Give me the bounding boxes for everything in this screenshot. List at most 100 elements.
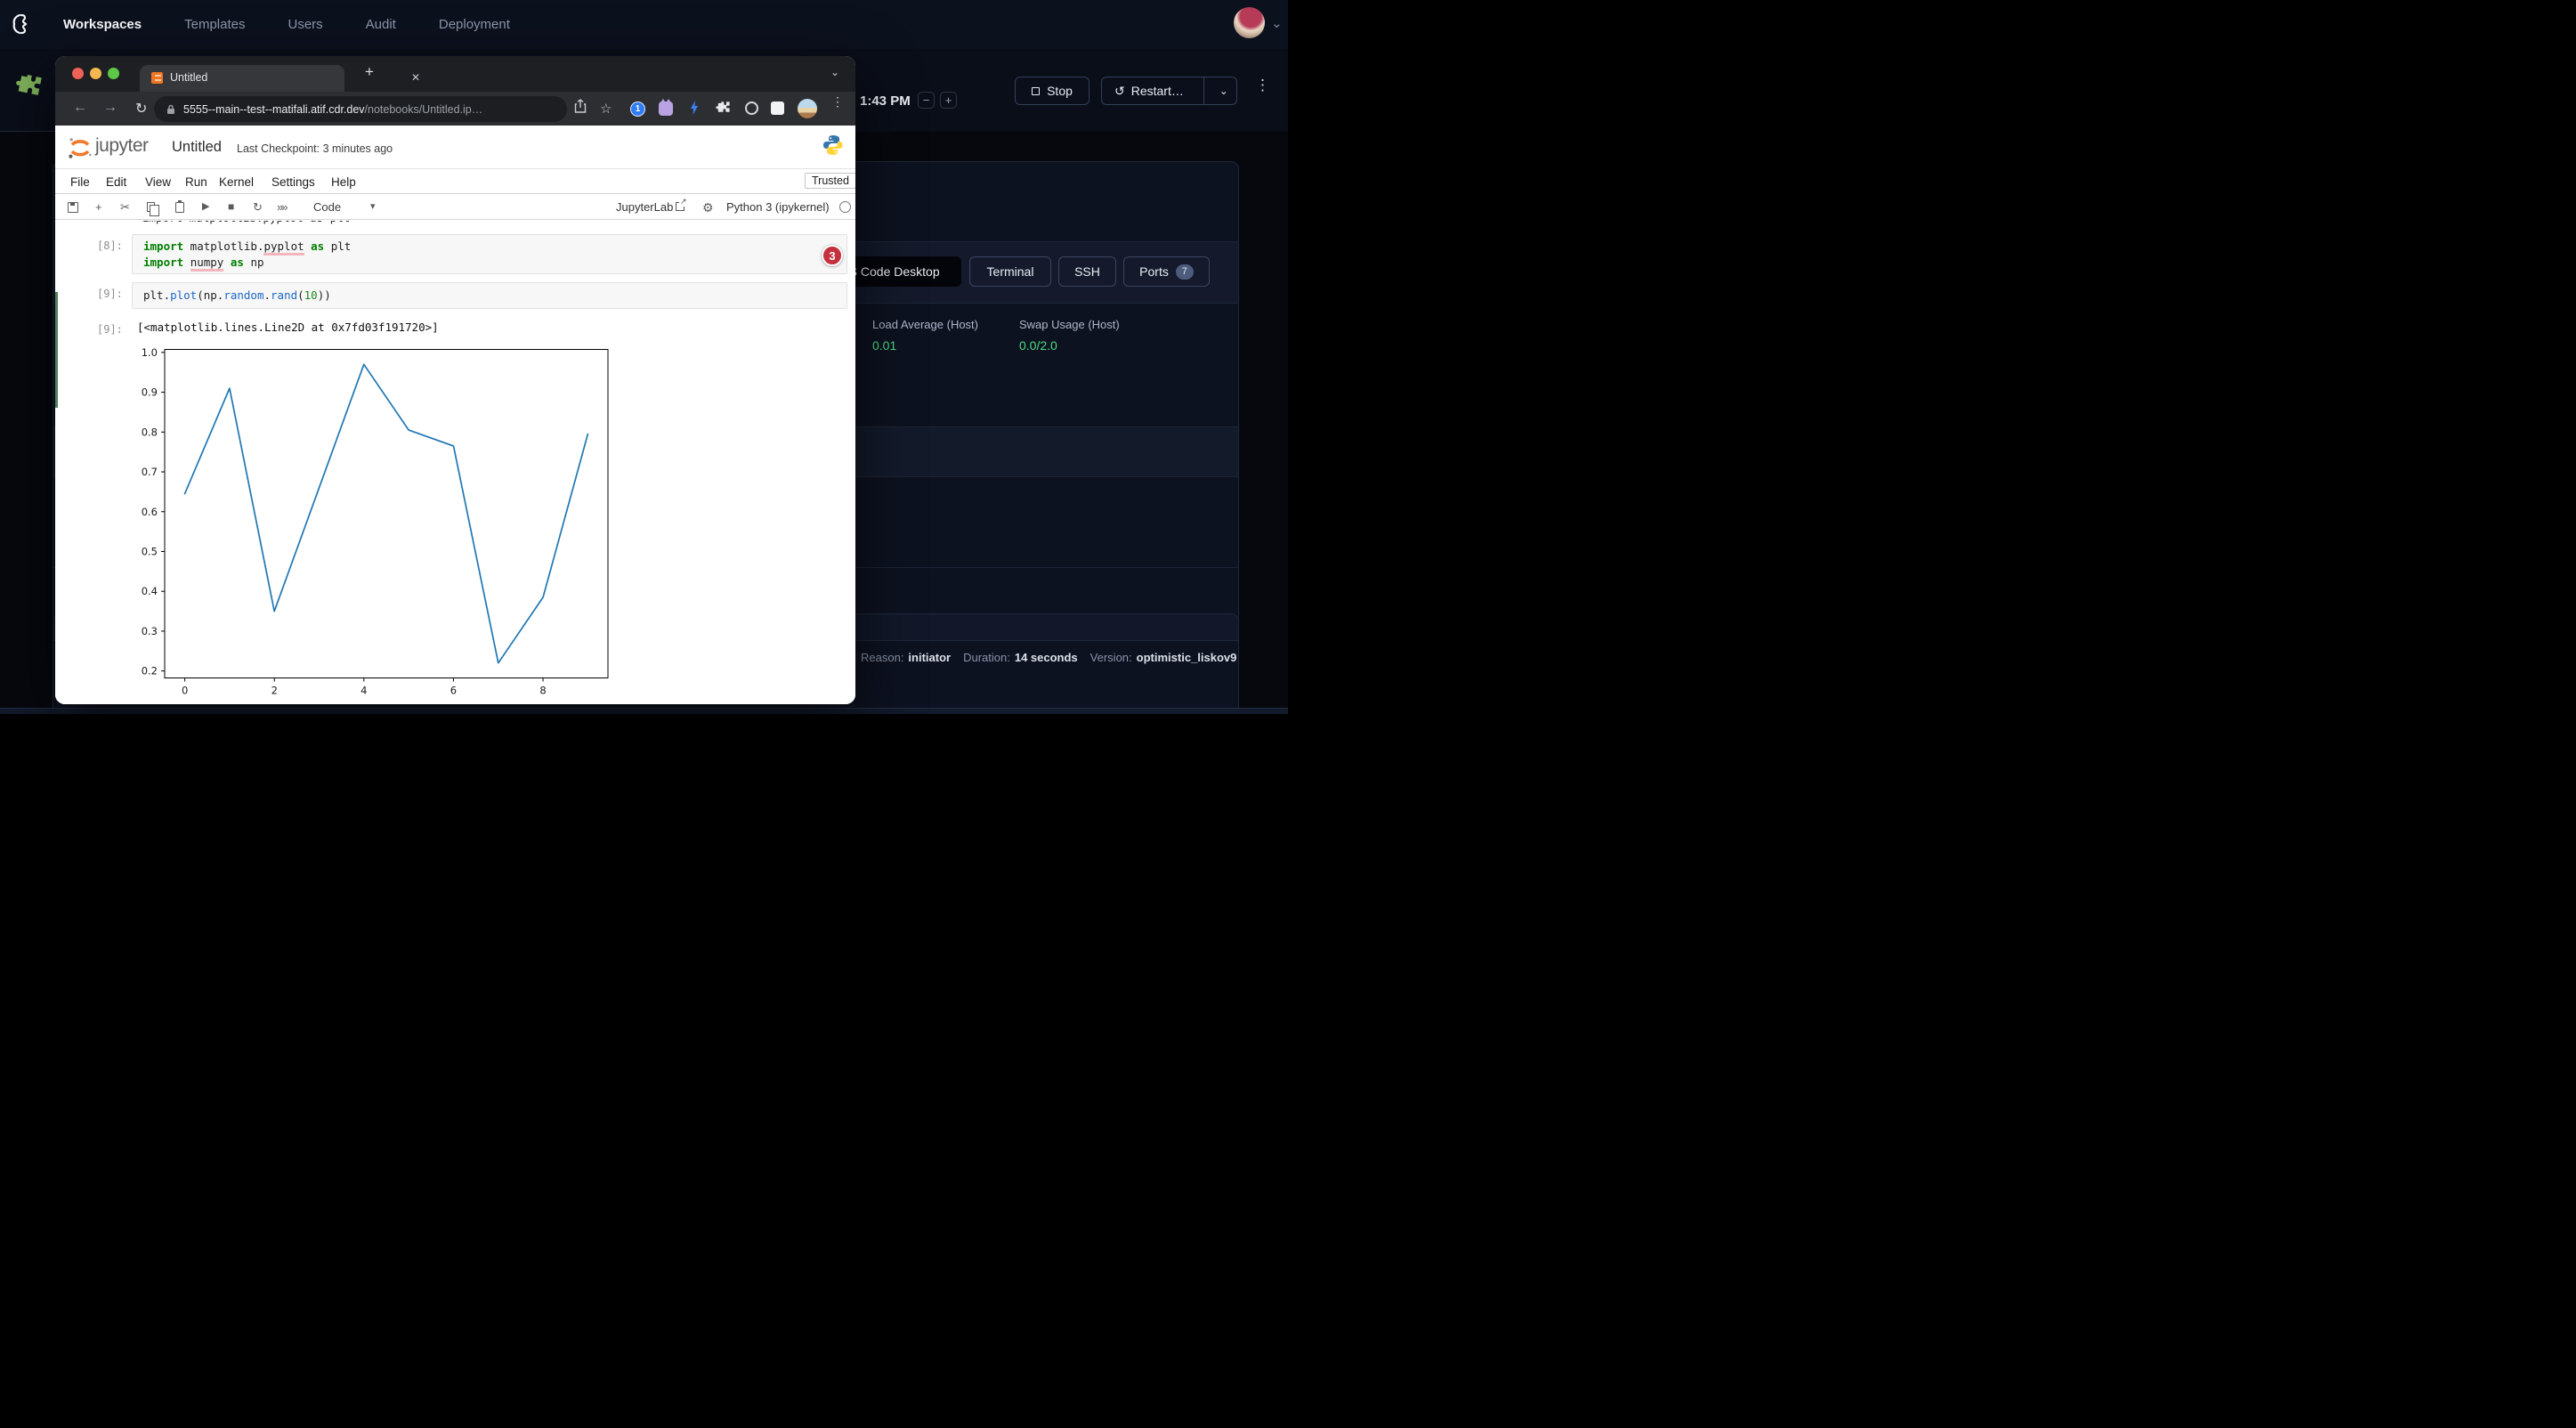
stop-label: Stop [1047,84,1073,98]
extensions-puzzle-icon[interactable] [716,101,731,116]
interrupt-kernel-icon[interactable]: ■ [228,200,234,213]
window-minimize-button[interactable] [90,68,101,79]
page-bottom-strip [0,708,1288,714]
svg-text:0.5: 0.5 [142,545,158,557]
kernel-status-icon [839,201,851,213]
python-logo-icon [822,134,845,157]
screen: Workspaces Templates Users Audit Deploym… [0,0,1288,714]
notebook-content: import matplotlib.pyplot as plt [8]: imp… [55,221,855,704]
load-average-label: Load Average (Host) [872,318,978,331]
browser-menu-kebab-icon[interactable]: ⋮ [831,99,840,105]
svg-text:0.4: 0.4 [142,585,158,597]
nav-item-audit[interactable]: Audit [366,17,396,32]
code-cell-input[interactable]: import matplotlib.pyplot as plt import n… [132,234,847,274]
restart-workspace-button[interactable]: ↺ Restart… ⌄ [1101,77,1237,105]
svg-text:6: 6 [450,685,457,697]
svg-text:0: 0 [182,685,188,697]
swap-usage-value: 0.0/2.0 [1019,338,1057,353]
external-link-icon[interactable] [676,202,685,211]
user-avatar[interactable] [1234,7,1265,38]
window-fullscreen-button[interactable] [108,68,119,79]
menu-settings[interactable]: Settings [271,175,315,189]
save-icon[interactable] [68,202,78,213]
bookmark-star-icon[interactable]: ☆ [600,101,612,117]
matplotlib-plot: 0.20.30.40.50.60.70.80.91.002468 [134,341,632,699]
tab-search-chevron-icon[interactable]: ⌄ [830,66,839,78]
svg-text:0.3: 0.3 [142,625,158,637]
menu-view[interactable]: View [145,175,171,189]
nav-item-users[interactable]: Users [288,17,322,32]
browser-tab[interactable]: Untitled ✕ [140,65,344,92]
address-bar[interactable]: 5555--main--test--matifali.atif.cdr.dev/… [154,96,567,122]
browser-profile-avatar[interactable] [798,99,817,118]
terminal-button[interactable]: Terminal [969,256,1051,287]
ports-button[interactable]: Ports 7 [1123,256,1210,287]
restart-label: Restart… [1131,84,1184,98]
run-all-icon[interactable]: »» [277,200,286,214]
nav-item-workspaces[interactable]: Workspaces [63,17,142,32]
nav-item-templates[interactable]: Templates [184,17,245,32]
workspace-time: 1:43 PM [860,93,911,109]
svg-text:8: 8 [539,685,546,697]
lightning-extension-icon[interactable] [689,100,700,116]
jupyter-brand-text: jupyter [95,135,149,157]
window-close-button[interactable] [72,68,84,79]
browser-toolbar: ← → ↻ 5555--main--test--matifali.atif.cd… [55,92,855,126]
chevron-down-icon[interactable]: ⌄ [1271,15,1283,31]
kernel-name[interactable]: Python 3 (ipykernel) [726,200,830,214]
load-average-value: 0.01 [872,338,896,353]
copy-cell-icon[interactable] [147,202,155,212]
jupyter-menubar: File Edit View Run Kernel Settings Help … [55,168,855,194]
menu-help[interactable]: Help [331,175,356,189]
build-duration: Duration:14 seconds [963,651,1078,664]
restart-options-caret[interactable]: ⌄ [1211,85,1236,97]
output-prompt: [9]: [97,323,123,336]
onepassword-extension-icon[interactable]: 1 [630,101,645,117]
add-cell-icon[interactable]: + [95,200,102,214]
jupyter-page: jupyter Untitled Last Checkpoint: 3 minu… [55,126,855,704]
clipped-cell-line: import matplotlib.pyplot as plt [142,221,766,226]
coder-logo-icon[interactable] [11,12,34,36]
restart-kernel-icon[interactable]: ↻ [253,200,263,215]
top-navbar: Workspaces Templates Users Audit Deploym… [0,0,1288,49]
code-line: import numpy as np [143,256,264,269]
back-icon[interactable]: ← [73,100,87,116]
zoom-in-button[interactable]: + [940,92,957,109]
code-cell-input[interactable]: plt.plot(np.random.rand(10)) [132,282,847,309]
menu-run[interactable]: Run [185,175,207,189]
jupyter-toolbar: + ✂ ▶ ■ ↻ »» Code ▾ JupyterLab ⚙ Python … [55,195,855,220]
new-tab-button[interactable]: + [365,63,374,81]
button-divider [1203,77,1204,104]
extension-square-icon[interactable] [771,101,784,115]
cell-type-caret-icon[interactable]: ▾ [370,200,376,212]
menu-kernel[interactable]: Kernel [219,175,254,189]
menu-file[interactable]: File [70,175,90,189]
share-icon[interactable] [574,99,587,114]
jupyterlab-link[interactable]: JupyterLab [616,200,673,214]
zoom-out-button[interactable]: − [918,92,935,109]
workspace-menu-kebab-icon[interactable]: ⋮ [1255,82,1268,88]
cell-prompt: [8]: [97,239,123,252]
nav-item-deployment[interactable]: Deployment [439,17,510,32]
vscode-desktop-label: VS Code Desktop [840,264,939,279]
forward-icon[interactable]: → [103,100,117,116]
stop-workspace-button[interactable]: Stop [1015,77,1090,105]
cat-extension-icon[interactable] [659,101,673,116]
trusted-button[interactable]: Trusted [805,173,855,189]
cell-type-dropdown[interactable]: Code [313,200,341,214]
tab-title: Untitled [170,71,207,84]
notification-badge[interactable]: 3 [822,245,843,266]
menu-edit[interactable]: Edit [106,175,126,189]
tab-close-icon[interactable]: ✕ [411,71,420,84]
cut-cell-icon[interactable]: ✂ [120,200,130,215]
run-cell-icon[interactable]: ▶ [202,200,209,212]
paste-cell-icon[interactable] [175,202,184,213]
reload-icon[interactable]: ↻ [135,100,147,118]
notebook-title[interactable]: Untitled [172,139,222,156]
extension-ring-icon[interactable] [745,101,758,115]
ssh-button[interactable]: SSH [1058,256,1116,287]
code-line: plt.plot(np.random.rand(10)) [143,288,331,302]
debugger-icon[interactable]: ⚙ [702,200,714,215]
browser-window: Untitled ✕ + ⌄ ← → ↻ 5555--main--test--m… [55,56,855,704]
nav-items: Workspaces Templates Users Audit Deploym… [63,0,510,49]
